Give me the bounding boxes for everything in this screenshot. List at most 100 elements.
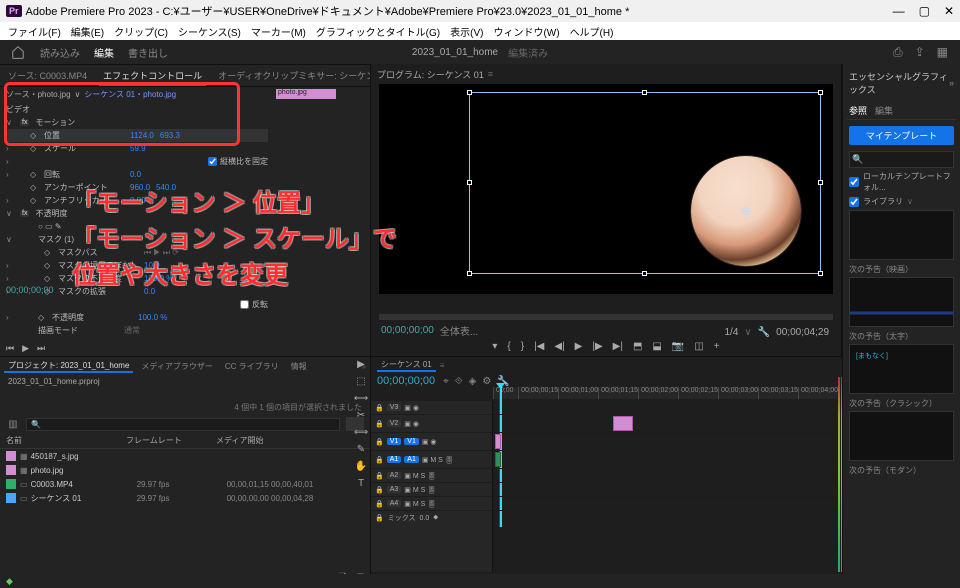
col-name[interactable]: 名前 xyxy=(6,435,126,446)
rotation-row[interactable]: 回転 xyxy=(44,169,124,180)
marker-icon[interactable]: ◈ xyxy=(469,376,477,387)
track-v2[interactable]: V2 xyxy=(387,420,402,427)
opacity2-value[interactable]: 100.0 % xyxy=(138,313,167,322)
tab-cc-libraries[interactable]: CC ライブラリ xyxy=(221,361,283,372)
plus-icon[interactable]: + xyxy=(714,341,720,352)
track-a1[interactable]: A1 xyxy=(404,456,419,463)
template-thumbnail[interactable] xyxy=(849,411,954,461)
col-framerate[interactable]: フレームレート xyxy=(126,435,216,446)
ec-next-icon[interactable]: ⏭ xyxy=(37,343,45,354)
menu-graphics[interactable]: グラフィックとタイトル(G) xyxy=(316,24,440,39)
go-out-icon[interactable]: ▶| xyxy=(613,341,623,352)
track-v1[interactable]: V1 xyxy=(404,438,419,445)
menu-clip[interactable]: クリップ(C) xyxy=(114,24,168,39)
eg-search[interactable]: 🔍 xyxy=(849,151,954,168)
local-templates-checkbox[interactable] xyxy=(849,177,859,187)
position-x[interactable]: 1124.0 xyxy=(130,131,154,140)
minimize-button[interactable]: — xyxy=(893,4,905,18)
mix-value[interactable]: 0.0 xyxy=(420,515,430,522)
step-fwd-icon[interactable]: |▶ xyxy=(592,341,602,352)
my-templates-button[interactable]: マイテンプレート xyxy=(849,126,954,145)
go-in-icon[interactable]: |◀ xyxy=(534,341,544,352)
tab-effect-controls[interactable]: エフェクトコントロール xyxy=(95,65,210,86)
quick-export-icon[interactable]: ⎙ xyxy=(893,45,903,60)
libraries-checkbox[interactable] xyxy=(849,197,859,207)
clip-v2[interactable] xyxy=(613,416,633,431)
lock-icon[interactable]: 🔒 xyxy=(375,420,384,428)
mark-out-icon[interactable]: } xyxy=(521,341,524,352)
razor-tool-icon[interactable]: ✂ xyxy=(357,410,365,421)
ec-timecode[interactable]: 00;00;00;00 xyxy=(6,285,54,295)
col-mediastart[interactable]: メディア開始 xyxy=(216,435,364,446)
eg-tab-edit[interactable]: 編集 xyxy=(875,104,893,117)
hand-tool-icon[interactable]: ✋ xyxy=(355,461,367,472)
workspace-export[interactable]: 書き出し xyxy=(128,45,168,60)
clip-a1[interactable] xyxy=(495,452,501,467)
scale-row[interactable]: スケール xyxy=(44,143,124,154)
track-select-icon[interactable]: ⬚ xyxy=(356,376,365,387)
template-thumbnail[interactable]: [まもなく] xyxy=(849,344,954,394)
program-scrubber[interactable] xyxy=(379,314,833,320)
disclosure-icon[interactable]: ∨ xyxy=(6,118,14,127)
resolution-dropdown[interactable]: 1/4 xyxy=(724,327,738,338)
position-row[interactable]: 位置 xyxy=(44,130,124,141)
selection-tool-icon[interactable]: ▶ xyxy=(357,359,365,370)
ec-play-icon[interactable]: ▶ xyxy=(22,343,29,354)
mask-invert-checkbox[interactable] xyxy=(240,300,249,309)
step-back-icon[interactable]: ◀| xyxy=(554,341,564,352)
mark-in-icon[interactable]: { xyxy=(507,341,510,352)
blend-row[interactable]: 描画モード xyxy=(38,325,118,336)
lock-icon[interactable]: 🔒 xyxy=(375,438,384,446)
track-a2[interactable]: A2 xyxy=(387,472,402,479)
lock-icon[interactable]: 🔒 xyxy=(375,486,384,494)
lock-icon[interactable]: 🔒 xyxy=(375,472,384,480)
timeline-timecode[interactable]: 00;00;00;00 xyxy=(377,375,435,387)
home-button[interactable] xyxy=(10,44,26,60)
ec-prev-icon[interactable]: ⏮ xyxy=(6,343,14,354)
pen-tool-icon[interactable]: ✎ xyxy=(357,444,365,455)
tab-source[interactable]: ソース: C0003.MP4 xyxy=(0,65,95,86)
project-search[interactable] xyxy=(26,418,340,431)
track-a4[interactable]: A4 xyxy=(387,500,402,507)
share-icon[interactable]: ⇪ xyxy=(915,45,925,60)
snap-icon[interactable]: ⌖ xyxy=(443,376,449,387)
menu-edit[interactable]: 編集(E) xyxy=(71,24,104,39)
fx-icon[interactable]: fx xyxy=(20,210,29,217)
menu-help[interactable]: ヘルプ(H) xyxy=(570,24,614,39)
fx-icon[interactable]: fx xyxy=(20,119,29,126)
lock-icon[interactable]: 🔒 xyxy=(375,456,384,464)
settings-icon[interactable]: ⚙ xyxy=(482,376,491,387)
extract-icon[interactable]: ⬓ xyxy=(652,341,661,352)
workspace-menu-icon[interactable]: ▦ xyxy=(937,45,948,60)
workspace-edit[interactable]: 編集 xyxy=(94,45,114,60)
lock-icon[interactable]: 🔒 xyxy=(375,404,384,412)
opacity2-row[interactable]: 不透明度 xyxy=(52,312,132,323)
ripple-tool-icon[interactable]: ⟷ xyxy=(354,393,368,404)
timeline-sequence-tab[interactable]: シーケンス 01 xyxy=(377,359,436,372)
clip-v1[interactable] xyxy=(495,434,501,449)
export-frame-icon[interactable]: 📷 xyxy=(672,341,684,352)
fit-dropdown[interactable]: 全体表... xyxy=(440,323,478,338)
blend-value[interactable]: 通常 xyxy=(124,325,140,336)
anchor-icon[interactable]: ⊕ xyxy=(741,204,751,218)
uniform-scale-checkbox[interactable] xyxy=(208,157,217,166)
menu-sequence[interactable]: シーケンス(S) xyxy=(178,24,241,39)
masked-photo[interactable]: ⊕ xyxy=(691,156,801,266)
track-v3[interactable]: V3 xyxy=(387,404,402,411)
play-icon[interactable]: ▶ xyxy=(575,341,583,352)
compare-icon[interactable]: ◫ xyxy=(694,341,703,352)
program-timecode-left[interactable]: 00;00;00;00 xyxy=(381,325,434,336)
tab-info[interactable]: 情報 xyxy=(287,361,311,372)
ec-clip-label[interactable]: photo.jpg xyxy=(276,89,336,99)
project-item[interactable]: ▭シーケンス 0129.97 fps00,00,00,00 00,00,04,2… xyxy=(0,491,370,505)
lock-icon[interactable]: 🔒 xyxy=(375,500,384,508)
position-y[interactable]: 693.3 xyxy=(160,131,180,140)
tab-project[interactable]: プロジェクト: 2023_01_01_home xyxy=(4,360,133,373)
lift-icon[interactable]: ⬒ xyxy=(633,341,642,352)
menu-file[interactable]: ファイル(F) xyxy=(8,24,61,39)
menu-marker[interactable]: マーカー(M) xyxy=(251,24,306,39)
eg-tab-browse[interactable]: 参照 xyxy=(849,104,867,117)
template-thumbnail[interactable] xyxy=(849,277,954,327)
add-marker-icon[interactable]: ▾ xyxy=(492,341,497,352)
type-tool-icon[interactable]: T xyxy=(358,478,364,489)
